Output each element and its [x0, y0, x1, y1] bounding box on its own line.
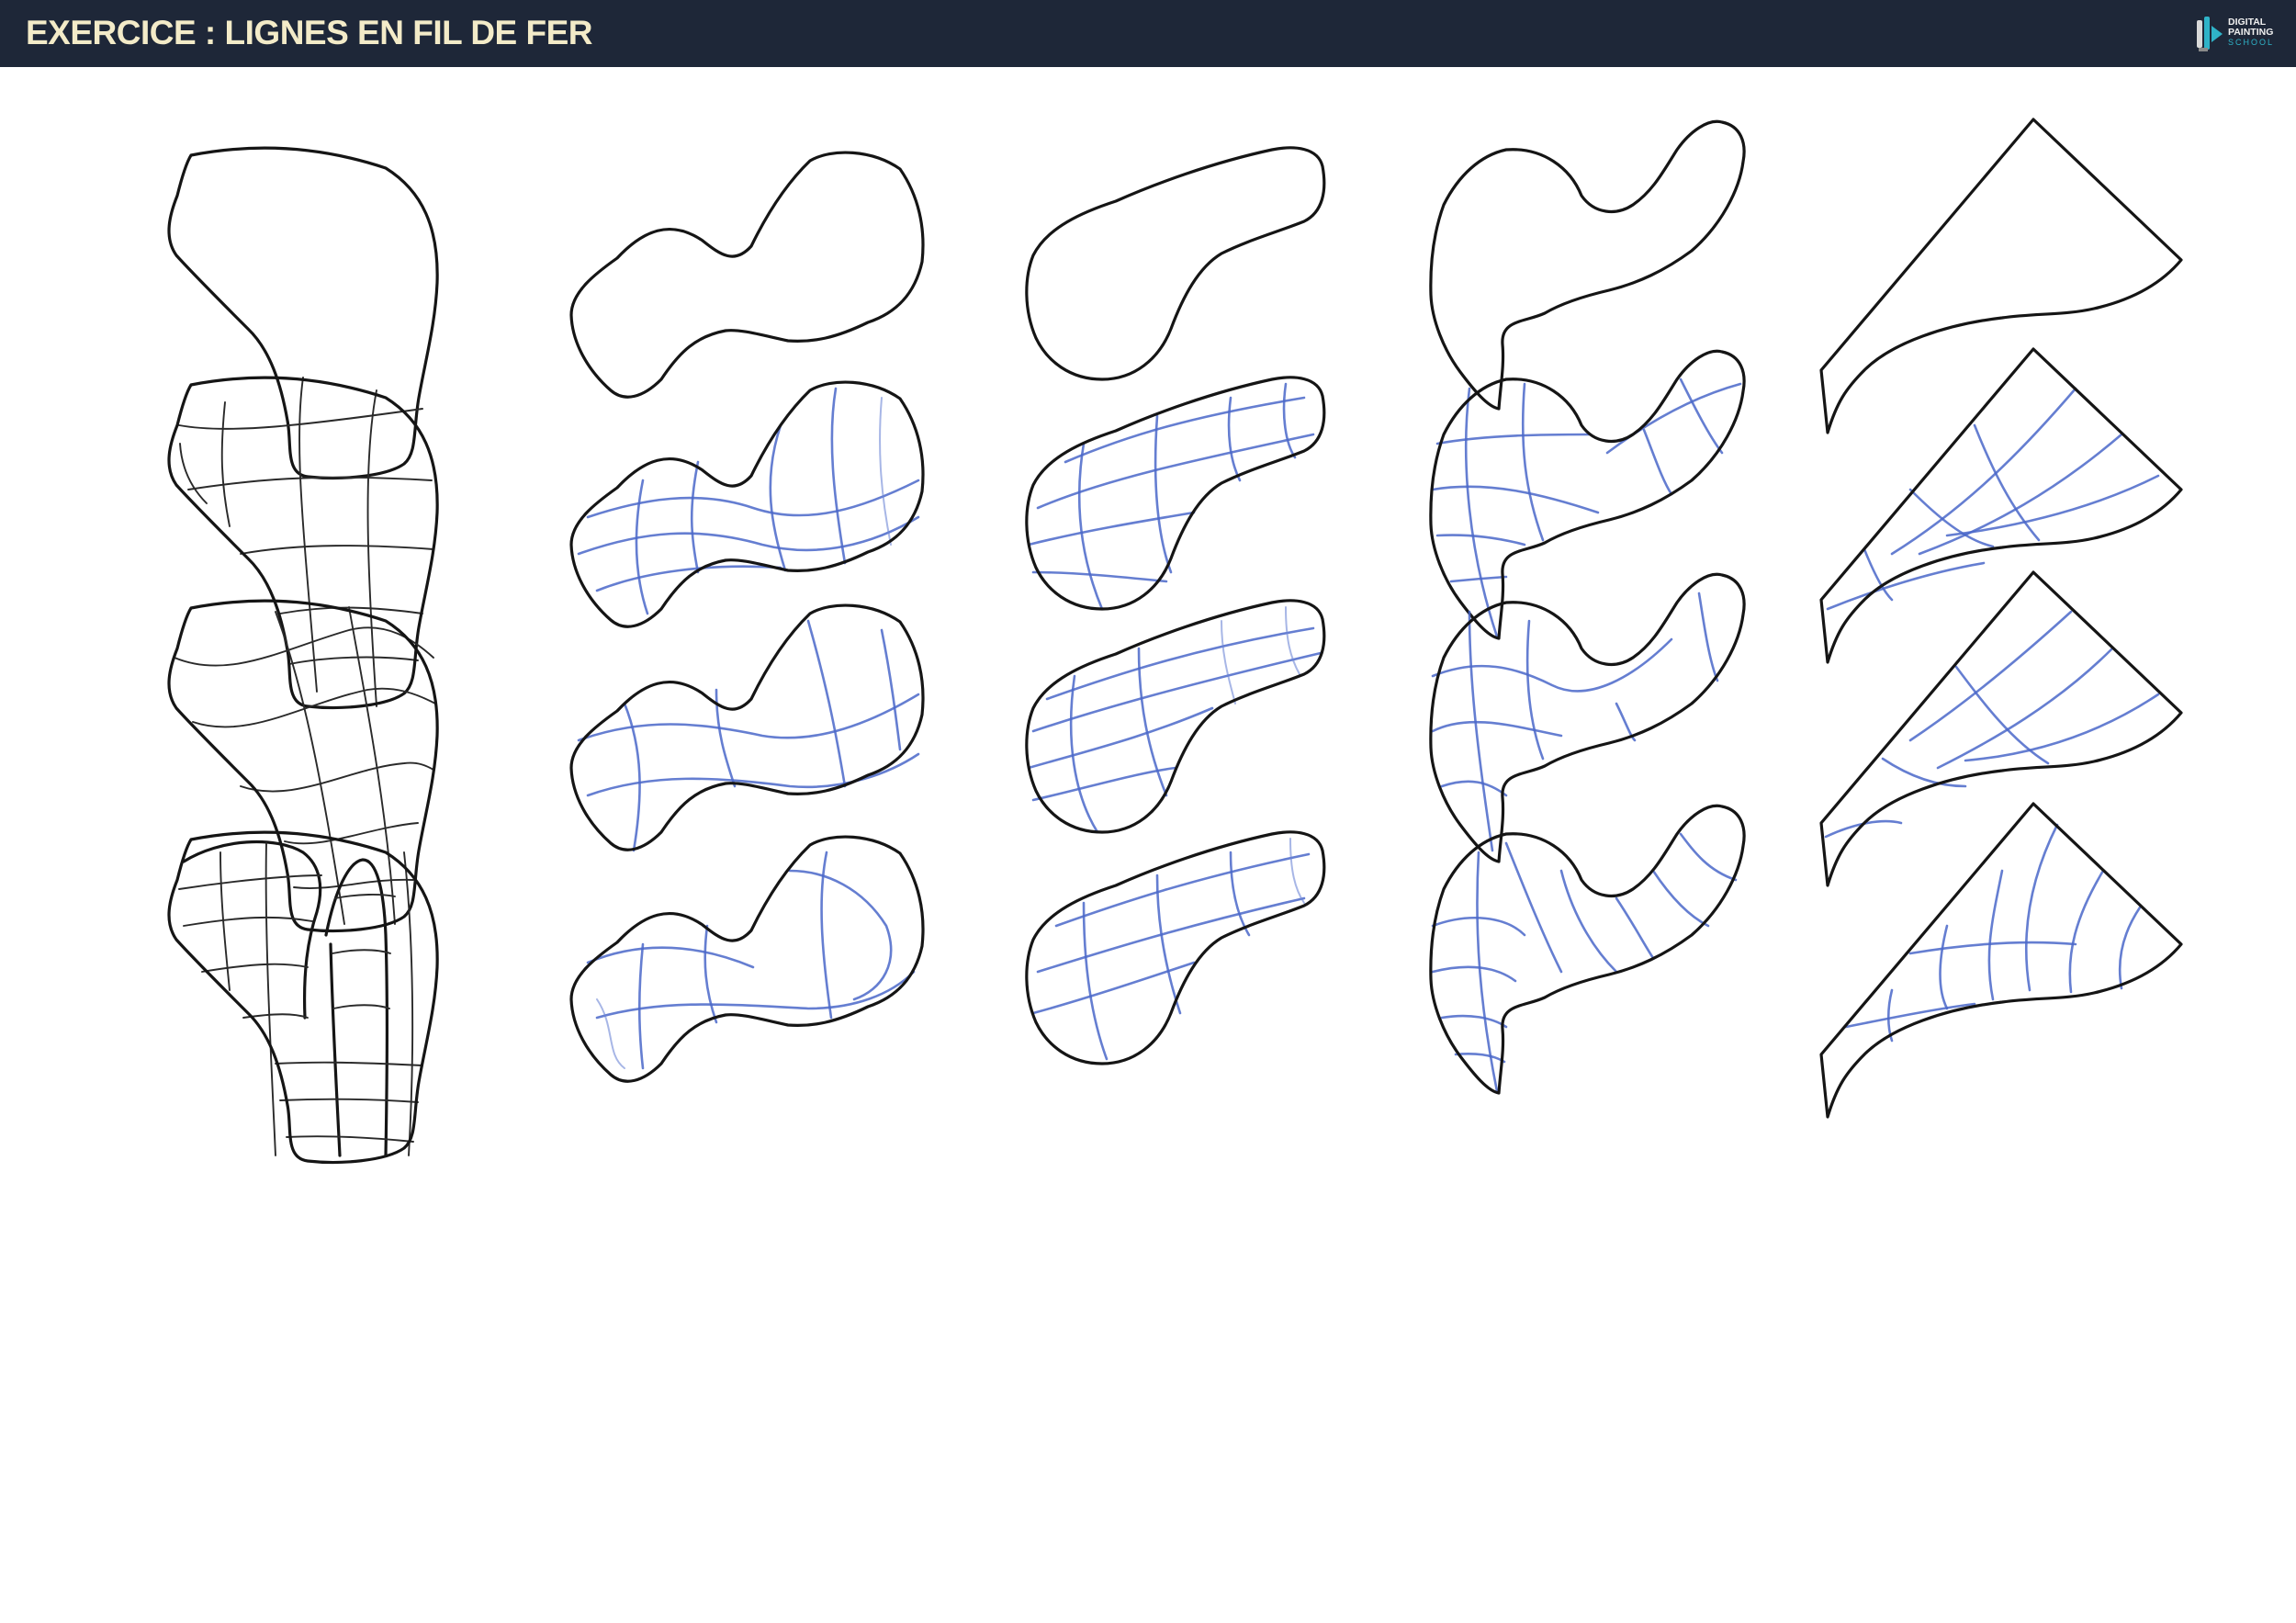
- shape-2-wireframe-c: [569, 835, 925, 1083]
- shape-4-wireframe-c: [1429, 804, 1746, 1095]
- shape-5-wireframe-a: [1819, 347, 2183, 664]
- shape-1-wireframe-c: [167, 830, 439, 1165]
- row-2-wireframes: [167, 347, 2183, 710]
- shape-3-wireframe-a: [1025, 376, 1326, 611]
- logo-wordmark: DIGITAL PAINTING SCHOOL: [2228, 17, 2274, 48]
- logo-line-3: SCHOOL: [2228, 38, 2275, 47]
- shape-1-wireframe-a: [167, 376, 439, 710]
- school-logo: DIGITAL PAINTING SCHOOL: [2193, 13, 2285, 55]
- shape-2-wireframe-b: [569, 603, 925, 852]
- shape-4-wireframe-b: [1429, 572, 1746, 863]
- shape-3-wireframe-c: [1025, 830, 1326, 1065]
- logo-line-2: PAINTING: [2228, 27, 2274, 38]
- shapes-canvas: [167, 118, 2183, 1165]
- shape-5-wireframe-b: [1819, 570, 2183, 887]
- shape-2-wireframe-a: [569, 380, 925, 628]
- shape-1-wireframe-b: [167, 599, 439, 933]
- shape-2-outline: [569, 151, 925, 399]
- shape-5-wireframe-c: [1819, 802, 2183, 1119]
- shape-4-outline: [1429, 119, 1746, 411]
- shape-3-outline: [1025, 146, 1326, 381]
- row-3-wireframes: [167, 570, 2183, 933]
- shape-3-wireframe-b: [1025, 599, 1326, 834]
- header-bar: EXERCICE : LIGNES EN FIL DE FER DIGITAL …: [0, 0, 2296, 67]
- row-4-wireframes: [167, 802, 2183, 1165]
- page-title: EXERCICE : LIGNES EN FIL DE FER: [26, 14, 593, 51]
- paintbrush-logo-icon: [2197, 17, 2223, 51]
- drawing-sheet: [0, 67, 2296, 1623]
